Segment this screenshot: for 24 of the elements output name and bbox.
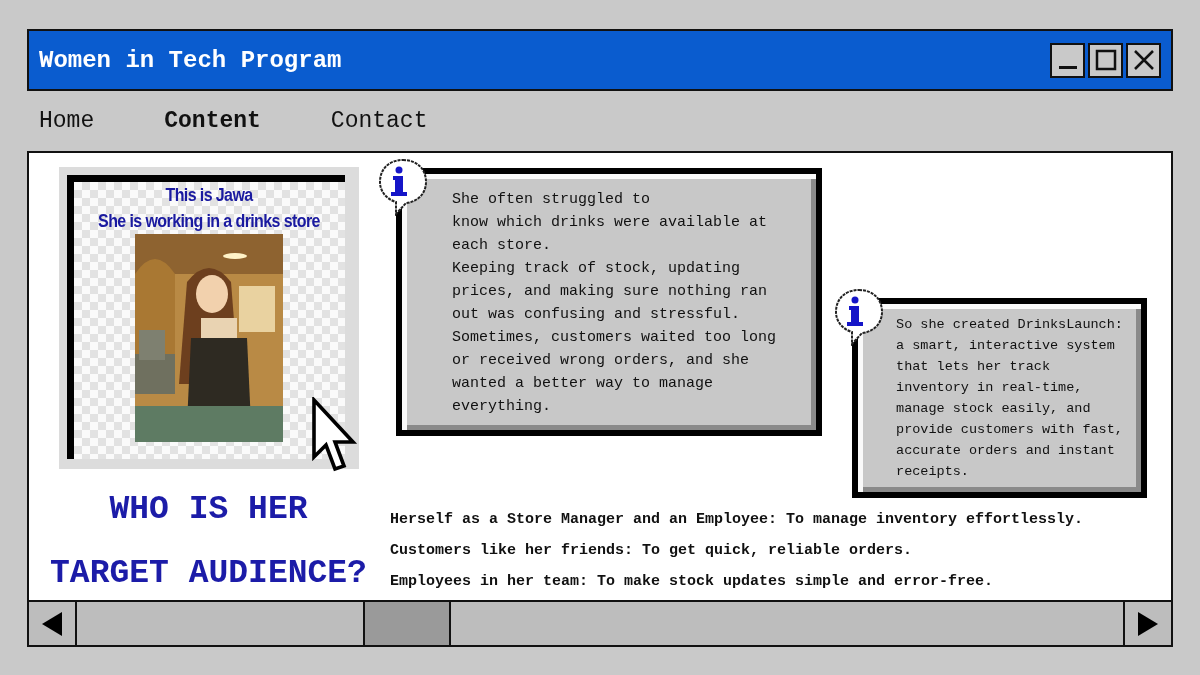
audience-text: Herself as a Store Manager and an Employee: To manage inventory effortlessly.: [390, 510, 1085, 530]
maximize-button[interactable]: [1088, 42, 1123, 78]
nav-tab[interactable]: Home: [39, 108, 95, 134]
maximize-icon: [1094, 49, 1117, 71]
close-icon: [1132, 49, 1155, 71]
info-icon: [834, 288, 885, 346]
info-text: So she created DrinksLaunch: a smart, interactive system that lets her track inventory in real-time, manage stock easily, and provide customers with fast, accurate orders and instant receipts.: [896, 316, 1123, 481]
minimize-button[interactable]: [1050, 42, 1085, 78]
nav-tab[interactable]: Content: [164, 108, 261, 134]
window-title: Women in Tech Program: [39, 46, 342, 74]
scroll-thumb[interactable]: [363, 602, 451, 645]
close-button[interactable]: [1126, 42, 1161, 78]
heading-text: WHO IS HER: [109, 491, 308, 529]
info-text: She often struggled to know which drinks were available at each store. Keeping track of stock, updating prices, and making sure nothing ran out was confusing and stressful. Sometimes, customers waited too long or received wrong orders, and she wanted a better way to manage everything.: [452, 190, 777, 417]
info-icon: [378, 158, 428, 216]
caption-text: She is working in a drinks store: [98, 209, 320, 233]
right-arrow-icon: [1136, 609, 1160, 638]
audience-text: Employees in her team: To make stock updates simple and error-free.: [390, 572, 995, 592]
audience-text: Customers like her friends: To get quick, reliable orders.: [390, 541, 914, 561]
left-arrow-icon: [40, 609, 64, 638]
caption-text: This is Jawa: [165, 183, 253, 207]
minimize-icon: [1058, 65, 1077, 69]
nav-tab[interactable]: Contact: [330, 108, 428, 134]
heading-text: TARGET AUDIENCE?: [50, 555, 367, 593]
